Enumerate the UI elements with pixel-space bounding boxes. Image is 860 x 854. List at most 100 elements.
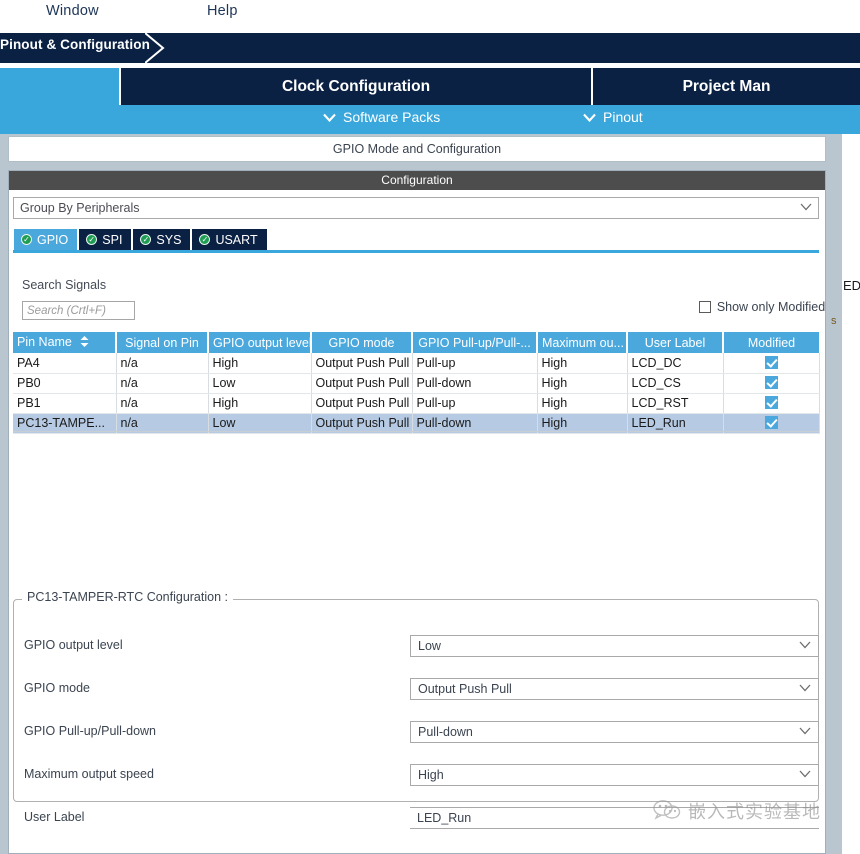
user-label-input[interactable] [410, 807, 819, 829]
column-header-gpio-pull[interactable]: GPIO Pull-up/Pull-... [412, 332, 538, 353]
chevron-down-icon [583, 109, 596, 125]
chevron-down-icon [800, 202, 812, 214]
column-header-modified[interactable]: Modified [723, 332, 819, 353]
field-label: Maximum output speed [24, 767, 154, 781]
column-header-gpio-mode[interactable]: GPIO mode [311, 332, 413, 353]
table-bottom-divider [13, 431, 819, 432]
cell-pin-name: PB0 [13, 373, 117, 394]
configuration-body: GPIO Mode and Configuration Configuratio… [0, 134, 860, 854]
cell-pin-name: PB1 [13, 393, 117, 414]
cell-gpio-output-level: Low [208, 413, 312, 434]
check-circle-icon: ✓ [21, 234, 32, 245]
max-output-speed-select[interactable]: High [410, 764, 819, 786]
gpio-mode-select[interactable]: Output Push Pull [410, 678, 819, 700]
menu-bar: Window Help [0, 0, 860, 33]
tab-clock-configuration[interactable]: Clock Configuration [121, 68, 591, 105]
chevron-down-icon [323, 109, 336, 125]
field-user-label: User Label [24, 807, 819, 829]
pin-configuration-legend: PC13-TAMPER-RTC Configuration : [22, 590, 233, 604]
field-gpio-output-level: GPIO output level Low [24, 635, 819, 657]
cell-gpio-pull: Pull-up [412, 393, 538, 414]
chevron-down-icon [799, 769, 811, 781]
peripheral-tab-label: SPI [102, 232, 123, 247]
table-header-row: Pin Name Signal on Pin GPIO output level… [13, 332, 819, 353]
cell-modified[interactable] [723, 353, 820, 374]
right-clipped-panel [842, 134, 860, 854]
table-row[interactable]: PB0 n/a Low Output Push Pull Pull-down H… [13, 373, 820, 394]
select-value: Pull-down [418, 725, 473, 739]
cell-modified[interactable] [723, 413, 820, 434]
chevron-down-icon [799, 683, 811, 695]
peripheral-tabs-underline [13, 250, 819, 253]
show-only-modified-pins-checkbox[interactable] [698, 301, 711, 313]
panel-title: GPIO Mode and Configuration [332, 142, 502, 156]
chevron-down-icon [799, 726, 811, 738]
cell-modified[interactable] [723, 393, 820, 414]
column-header-gpio-output-level[interactable]: GPIO output level [208, 332, 312, 353]
select-value: Low [418, 639, 441, 653]
cell-pin-name: PC13-TAMPE... [13, 413, 117, 434]
cell-max-output: High [537, 413, 628, 434]
cell-signal-on-pin: n/a [116, 393, 209, 414]
right-panel-strip [828, 134, 842, 854]
column-header-user-label[interactable]: User Label [627, 332, 724, 353]
sub-nav-bar: Software Packs Pinout [0, 105, 860, 134]
gpio-output-level-select[interactable]: Low [410, 635, 819, 657]
peripheral-tab-spi[interactable]: ✓ SPI [79, 229, 134, 250]
modified-checkbox[interactable] [764, 355, 778, 369]
menu-item-window[interactable]: Window [46, 0, 99, 22]
cell-gpio-output-level: Low [208, 373, 312, 394]
peripheral-tab-sys[interactable]: ✓ SYS [133, 229, 193, 250]
breadcrumb: Pinout & Configuration [0, 33, 860, 63]
peripheral-tabs: ✓ GPIO ✓ SPI ✓ SYS ✓ USART [14, 229, 269, 250]
chevron-down-icon [799, 640, 811, 652]
table-row[interactable]: PC13-TAMPE... n/a Low Output Push Pull P… [13, 413, 820, 434]
subnav-label: Pinout [603, 109, 643, 125]
clipped-edge-small-text: s [831, 315, 837, 327]
tab-project-manager[interactable]: Project Man [593, 68, 860, 105]
peripheral-tab-usart[interactable]: ✓ USART [192, 229, 269, 250]
menu-item-help[interactable]: Help [207, 0, 238, 22]
cell-gpio-pull: Pull-up [412, 353, 538, 374]
table-row[interactable]: PA4 n/a High Output Push Pull Pull-up Hi… [13, 353, 820, 374]
cell-user-label: LCD_RST [627, 393, 724, 414]
column-header-signal-on-pin[interactable]: Signal on Pin [116, 332, 209, 353]
cell-signal-on-pin: n/a [116, 373, 209, 394]
configuration-header: Configuration [9, 171, 825, 190]
table-row[interactable]: PB1 n/a High Output Push Pull Pull-up Hi… [13, 393, 820, 414]
field-gpio-pull: GPIO Pull-up/Pull-down Pull-down [24, 721, 819, 743]
check-circle-icon: ✓ [86, 234, 98, 245]
peripheral-tab-label: GPIO [37, 232, 69, 247]
column-label: Pin Name [17, 335, 72, 349]
cell-gpio-mode: Output Push Pull [311, 393, 413, 414]
group-by-select[interactable]: Group By Peripherals [13, 197, 819, 219]
subnav-item-pinout[interactable]: Pinout [583, 109, 643, 125]
cell-gpio-pull: Pull-down [412, 413, 538, 434]
select-value: Output Push Pull [418, 682, 512, 696]
panel-title-bar: GPIO Mode and Configuration [8, 136, 826, 162]
search-input[interactable] [22, 301, 135, 320]
cell-user-label: LCD_CS [627, 373, 724, 394]
select-value: High [418, 768, 444, 782]
cell-gpio-mode: Output Push Pull [311, 413, 413, 434]
column-header-maximum-output[interactable]: Maximum ou... [537, 332, 628, 353]
tab-pinout-configuration[interactable] [0, 68, 119, 105]
breadcrumb-label: Pinout & Configuration [0, 37, 150, 52]
column-header-pin-name[interactable]: Pin Name [13, 332, 117, 353]
cell-gpio-output-level: High [208, 393, 312, 414]
check-circle-icon: ✓ [140, 234, 152, 245]
cell-gpio-pull: Pull-down [412, 373, 538, 394]
clipped-edge-text: ED [843, 278, 860, 293]
modified-checkbox[interactable] [764, 376, 778, 389]
peripheral-tab-gpio[interactable]: ✓ GPIO [14, 229, 80, 250]
field-label: GPIO output level [24, 638, 123, 652]
cell-user-label: LED_Run [627, 413, 724, 434]
cell-max-output: High [537, 353, 628, 374]
search-signals-label: Search Signals [22, 278, 107, 292]
gpio-pull-select[interactable]: Pull-down [410, 721, 819, 743]
subnav-item-software-packs[interactable]: Software Packs [323, 109, 440, 125]
cell-modified[interactable] [723, 373, 820, 394]
modified-checkbox[interactable] [764, 396, 778, 409]
cell-signal-on-pin: n/a [116, 353, 209, 374]
modified-checkbox[interactable] [764, 416, 778, 429]
